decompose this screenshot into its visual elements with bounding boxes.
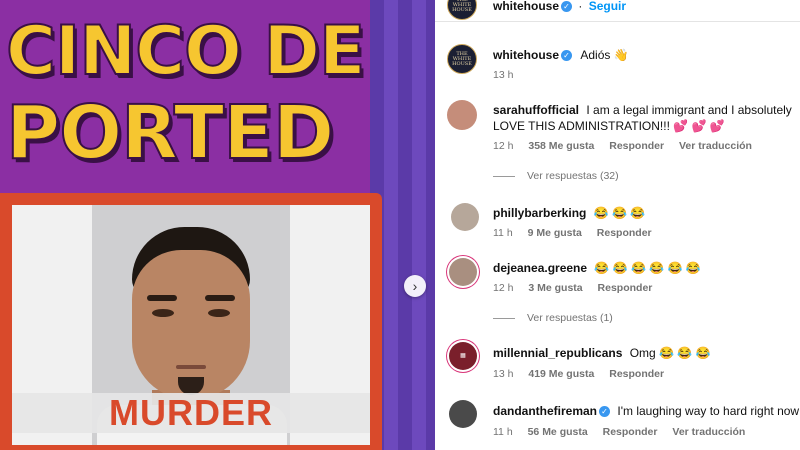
commenter-avatar[interactable]: ▦ [449, 342, 477, 370]
comments-pane: THE WHITE HOUSE whitehouse✓ · Seguir THE… [435, 0, 800, 450]
caption-text: Adiós 👋 [580, 48, 629, 62]
comment-time: 11 h [493, 227, 513, 239]
reply-button[interactable]: Responder [598, 282, 653, 294]
comment-text: 😂 😂 😂 😂 😂 😂 [594, 261, 701, 275]
caption-avatar[interactable]: THE WHITE HOUSE [447, 44, 477, 74]
comment-likes[interactable]: 358 Me gusta [528, 140, 594, 152]
reply-button[interactable]: Responder [603, 426, 658, 438]
reply-button[interactable]: Responder [609, 368, 664, 380]
commenter-avatar[interactable] [447, 100, 477, 130]
commenter-avatar[interactable] [449, 258, 477, 286]
view-replies-button[interactable]: Ver respuestas (32) [493, 170, 619, 182]
comment-text: I'm laughing way to hard right now [617, 404, 800, 418]
carousel-next-button[interactable]: › [404, 275, 426, 297]
commenter-avatar[interactable] [451, 203, 479, 231]
caption-username[interactable]: whitehouse [493, 48, 559, 62]
verified-badge-icon: ✓ [561, 50, 573, 62]
comment-likes[interactable]: 3 Me gusta [528, 282, 582, 294]
comment-likes[interactable]: 9 Me gusta [528, 227, 582, 239]
view-replies-button[interactable]: Ver respuestas (1) [493, 312, 613, 324]
verified-badge-icon: ✓ [561, 1, 573, 13]
commenter-avatar[interactable] [449, 400, 477, 428]
mugshot-frame: MURDER [0, 193, 382, 450]
caption-time: 13 h [493, 69, 514, 81]
mugshot-caption: MURDER [109, 392, 273, 433]
follow-button[interactable]: Seguir [589, 0, 626, 13]
header-username[interactable]: whitehouse [493, 0, 559, 13]
verified-badge-icon: ✓ [599, 406, 611, 418]
comment-likes[interactable]: 56 Me gusta [528, 426, 588, 438]
mugshot-caption-bar: MURDER [12, 393, 370, 433]
comment-username[interactable]: dejeanea.greene [493, 261, 587, 275]
reply-button[interactable]: Responder [609, 140, 664, 152]
post-image[interactable]: CINCO DE PORTED MURDER › [0, 0, 435, 450]
comment-text: Omg 😂 😂 😂 [629, 346, 711, 360]
post-title-line2: PORTED [5, 90, 335, 176]
comment-text: 😂 😂 😂 [593, 206, 646, 220]
comment-username[interactable]: millennial_republicans [493, 346, 622, 360]
post-header: THE WHITE HOUSE whitehouse✓ · Seguir [435, 0, 800, 22]
comment-time: 13 h [493, 368, 514, 380]
post-title-line1: CINCO DE [5, 12, 366, 91]
comment-username[interactable]: dandanthefireman [493, 404, 597, 418]
comment-time: 12 h [493, 282, 514, 294]
comment-username[interactable]: phillybarberking [493, 206, 586, 220]
translate-button[interactable]: Ver traducción [672, 426, 745, 438]
comment-time: 11 h [493, 426, 513, 438]
comment-username[interactable]: sarahuffofficial [493, 103, 579, 117]
comment-likes[interactable]: 419 Me gusta [528, 368, 594, 380]
comment-time: 12 h [493, 140, 514, 152]
reply-button[interactable]: Responder [597, 227, 652, 239]
translate-button[interactable]: Ver traducción [679, 140, 752, 152]
header-avatar[interactable]: THE WHITE HOUSE [447, 0, 477, 20]
